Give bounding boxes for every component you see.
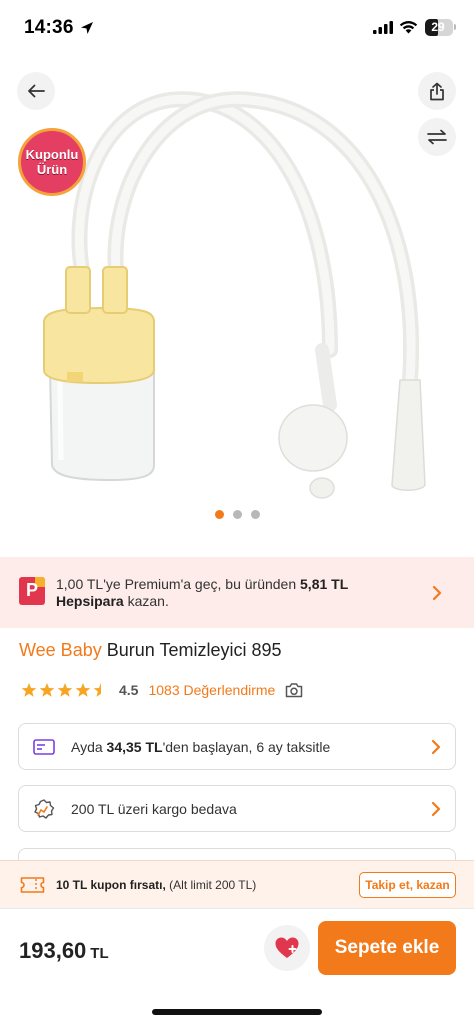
free-cargo-text: 200 TL üzeri kargo bedava	[71, 801, 237, 817]
bottom-bar: 193,60 TL Sepete ekle	[0, 908, 474, 1024]
star-full-icon	[57, 683, 73, 697]
badge-line-1: Kuponlu	[25, 147, 79, 162]
chevron-right-icon	[431, 739, 441, 755]
premium-text-part1: 1,00 TL'ye Premium'a geç, bu üründen	[56, 576, 301, 592]
home-indicator[interactable]	[152, 1009, 322, 1015]
back-arrow-icon	[28, 84, 45, 98]
free-cargo-card[interactable]: 200 TL üzeri kargo bedava	[18, 785, 456, 832]
product-brand[interactable]: Wee Baby	[19, 640, 102, 660]
credit-card-icon	[33, 739, 55, 755]
premium-text-part2: kazan.	[123, 593, 169, 609]
star-full-icon	[75, 683, 91, 697]
product-name: Burun Temizleyici 895	[106, 640, 282, 660]
chevron-right-icon	[431, 801, 441, 817]
pager-dot[interactable]	[214, 510, 224, 519]
chevron-right-icon[interactable]	[432, 585, 442, 601]
star-full-icon	[39, 683, 55, 697]
battery-icon: 29	[425, 19, 453, 36]
installment-prefix: Ayda	[71, 739, 107, 755]
price-value: 193,60	[19, 938, 87, 963]
wifi-icon	[399, 21, 418, 34]
premium-brand: Hepsipara	[56, 593, 124, 609]
installment-card[interactable]: Ayda 34,35 TL'den başlayan, 6 ay taksitl…	[18, 723, 456, 770]
compare-arrows-icon	[427, 129, 447, 145]
status-bar: 14:36 29	[0, 0, 474, 56]
price-currency: TL	[90, 945, 109, 962]
product-image[interactable]	[30, 80, 450, 510]
camera-icon[interactable]	[285, 682, 303, 698]
coupon-text: 10 TL kupon fırsatı, (Alt limit 200 TL)	[56, 878, 256, 892]
hepsiburada-premium-logo-icon: P	[19, 577, 45, 605]
star-half-icon	[93, 683, 109, 697]
premium-text: 1,00 TL'ye Premium'a geç, bu üründen 5,8…	[56, 576, 416, 610]
logo-letter: P	[25, 580, 38, 600]
badge-line-2: Ürün	[36, 162, 68, 177]
installment-amount: 34,35 TL	[106, 739, 163, 755]
coupon-bar[interactable]: 10 TL kupon fırsatı, (Alt limit 200 TL) …	[0, 860, 474, 908]
discount-tag-icon	[34, 799, 55, 819]
share-icon	[430, 82, 444, 100]
battery-level: 29	[431, 20, 445, 34]
star-full-icon	[21, 683, 37, 697]
rating-value: 4.5	[119, 682, 139, 698]
premium-amount: 5,81 TL	[300, 576, 349, 592]
back-button[interactable]	[17, 72, 55, 110]
premium-banner[interactable]: P 1,00 TL'ye Premium'a geç, bu üründen 5…	[0, 557, 474, 628]
installment-suffix: 'den başlayan, 6 ay taksitle	[162, 739, 331, 755]
share-button[interactable]	[418, 72, 456, 110]
rating-row[interactable]: 4.5 1083 Değerlendirme	[21, 680, 303, 700]
rating-stars	[21, 682, 109, 698]
price: 193,60 TL	[19, 938, 109, 964]
follow-and-win-button[interactable]: Takip et, kazan	[359, 872, 456, 898]
product-title: Wee Baby Burun Temizleyici 895	[19, 640, 282, 660]
favorite-button[interactable]	[264, 925, 310, 971]
pager-dot[interactable]	[232, 510, 242, 519]
cellular-signal-icon	[373, 21, 393, 34]
review-count-link[interactable]: 1083 Değerlendirme	[148, 682, 275, 698]
location-arrow-icon	[81, 22, 93, 34]
add-to-cart-button[interactable]: Sepete ekle	[318, 921, 456, 975]
pager-dot[interactable]	[250, 510, 260, 519]
coupon-title: 10 TL kupon fırsatı,	[56, 878, 166, 892]
heart-add-icon	[275, 937, 299, 958]
coupon-limit: (Alt limit 200 TL)	[169, 878, 257, 892]
installment-text: Ayda 34,35 TL'den başlayan, 6 ay taksitl…	[71, 739, 330, 755]
status-time: 14:36	[24, 17, 74, 38]
coupon-ticket-icon	[20, 877, 45, 893]
image-pager[interactable]	[0, 510, 474, 519]
coupon-product-badge: Kuponlu Ürün	[18, 128, 86, 196]
compare-button[interactable]	[418, 118, 456, 156]
